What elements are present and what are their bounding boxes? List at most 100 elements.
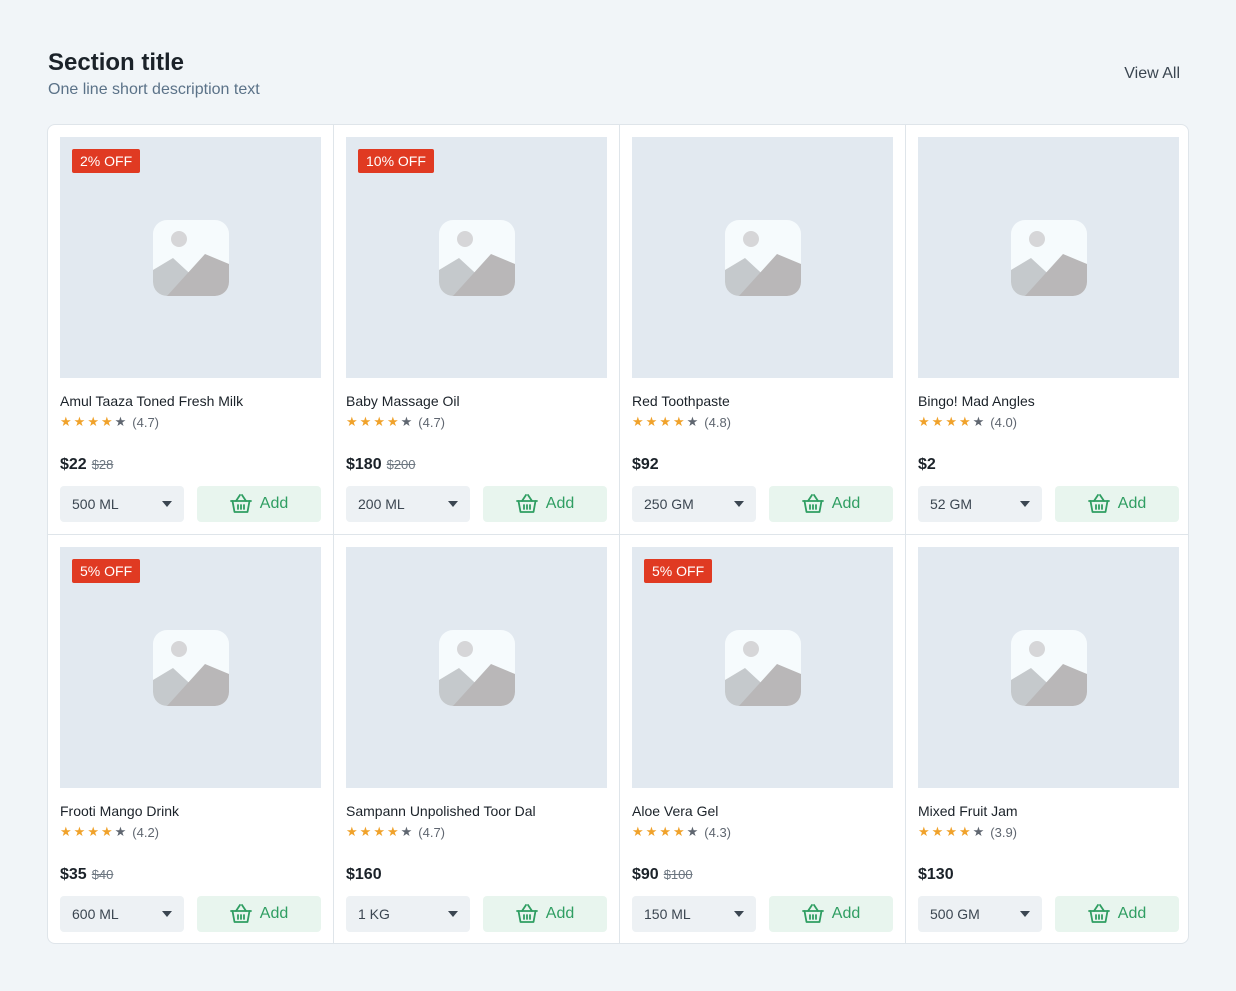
rating-stars: ★ ★ ★ ★ ★ <box>632 413 700 431</box>
price-row: $180 $200 <box>346 456 607 474</box>
product-card[interactable]: 5% OFF Aloe Vera Gel ★ ★ ★ ★ ★ (4.3) $90 $10… <box>620 535 906 943</box>
product-mrp: $100 <box>663 867 693 882</box>
rating-stars: ★ ★ ★ ★ ★ <box>60 413 128 431</box>
product-card[interactable]: 5% OFF Frooti Mango Drink ★ ★ ★ ★ ★ (4.2) $3… <box>48 535 334 943</box>
product-image[interactable]: 5% OFF <box>632 547 893 788</box>
chevron-down-icon <box>448 501 458 507</box>
add-label: Add <box>1117 495 1147 512</box>
product-name[interactable]: Sampann Unpolished Toor Dal <box>346 802 607 820</box>
product-image[interactable]: 10% OFF <box>346 137 607 378</box>
chevron-down-icon <box>162 911 172 917</box>
variant-dropdown[interactable]: 200 ML <box>346 486 470 522</box>
card-actions: 200 ML Add <box>346 486 607 522</box>
view-all-link[interactable]: View All <box>1124 65 1180 83</box>
variant-dropdown[interactable]: 250 GM <box>632 486 756 522</box>
add-to-cart-button[interactable]: Add <box>483 896 607 932</box>
variant-label: 600 ML <box>72 906 119 922</box>
variant-dropdown[interactable]: 1 KG <box>346 896 470 932</box>
product-rating: ★ ★ ★ ★ ★ (3.9) <box>918 824 1179 840</box>
product-image[interactable] <box>918 137 1179 378</box>
card-actions: 150 ML Add <box>632 896 893 932</box>
basket-icon <box>801 904 824 923</box>
product-image[interactable] <box>346 547 607 788</box>
product-card[interactable]: 2% OFF Amul Taaza Toned Fresh Milk ★ ★ ★ ★ ★… <box>48 125 334 535</box>
variant-label: 500 GM <box>930 906 980 922</box>
product-price: $22 <box>60 456 87 473</box>
variant-dropdown[interactable]: 600 ML <box>60 896 184 932</box>
product-card[interactable]: Red Toothpaste ★ ★ ★ ★ ★ (4.8) $92 250 GM <box>620 125 906 535</box>
product-name[interactable]: Bingo! Mad Angles <box>918 392 1179 410</box>
add-to-cart-button[interactable]: Add <box>769 896 893 932</box>
product-name[interactable]: Red Toothpaste <box>632 392 893 410</box>
star-filled-icon: ★ <box>346 414 358 429</box>
product-name[interactable]: Aloe Vera Gel <box>632 802 893 820</box>
discount-badge: 5% OFF <box>644 559 713 583</box>
basket-icon <box>1087 494 1110 513</box>
variant-dropdown[interactable]: 500 GM <box>918 896 1042 932</box>
product-card[interactable]: Mixed Fruit Jam ★ ★ ★ ★ ★ (3.9) $130 500 GM <box>906 535 1188 943</box>
star-filled-icon: ★ <box>60 824 72 839</box>
product-image[interactable] <box>918 547 1179 788</box>
product-card[interactable]: Sampann Unpolished Toor Dal ★ ★ ★ ★ ★ (4.7) … <box>334 535 620 943</box>
section-title: Section title <box>48 49 185 76</box>
star-filled-icon: ★ <box>931 824 944 839</box>
product-price: $130 <box>918 866 954 883</box>
product-card[interactable]: Bingo! Mad Angles ★ ★ ★ ★ ★ (4.0) $2 52 GM <box>906 125 1188 535</box>
star-filled-icon: ★ <box>945 824 957 839</box>
product-card[interactable]: 10% OFF Baby Massage Oil ★ ★ ★ ★ ★ (4.7) $18… <box>334 125 620 535</box>
product-name[interactable]: Frooti Mango Drink <box>60 802 321 820</box>
basket-icon <box>801 494 824 513</box>
star-filled-icon: ★ <box>359 414 372 429</box>
product-name[interactable]: Amul Taaza Toned Fresh Milk <box>60 392 321 410</box>
star-filled-icon: ★ <box>73 414 86 429</box>
add-to-cart-button[interactable]: Add <box>1055 896 1179 932</box>
card-actions: 500 ML Add <box>60 486 321 522</box>
rating-value: (4.7) <box>132 414 160 430</box>
product-name[interactable]: Mixed Fruit Jam <box>918 802 1179 820</box>
product-price: $92 <box>632 456 659 473</box>
product-image[interactable]: 5% OFF <box>60 547 321 788</box>
variant-dropdown[interactable]: 52 GM <box>918 486 1042 522</box>
product-name[interactable]: Baby Massage Oil <box>346 392 607 410</box>
discount-badge: 2% OFF <box>72 149 141 173</box>
rating-stars: ★ ★ ★ ★ ★ <box>60 823 128 841</box>
price-row: $35 $40 <box>60 866 321 884</box>
add-label: Add <box>259 495 289 512</box>
card-actions: 250 GM Add <box>632 486 893 522</box>
add-to-cart-button[interactable]: Add <box>197 896 321 932</box>
price-row: $130 <box>918 866 1179 884</box>
add-label: Add <box>1117 905 1147 922</box>
star-filled-icon: ★ <box>100 824 113 839</box>
star-empty-icon: ★ <box>686 824 699 839</box>
add-to-cart-button[interactable]: Add <box>1055 486 1179 522</box>
product-price: $2 <box>918 456 936 473</box>
star-filled-icon: ★ <box>386 824 399 839</box>
star-filled-icon: ★ <box>958 824 971 839</box>
image-placeholder-icon <box>724 629 801 706</box>
product-rating: ★ ★ ★ ★ ★ (4.7) <box>346 414 607 430</box>
chevron-down-icon <box>1020 501 1030 507</box>
add-label: Add <box>545 905 575 922</box>
star-filled-icon: ★ <box>931 414 944 429</box>
product-price: $90 <box>632 866 659 883</box>
product-rating: ★ ★ ★ ★ ★ (4.7) <box>346 824 607 840</box>
price-row: $160 <box>346 866 607 884</box>
star-empty-icon: ★ <box>972 414 985 429</box>
star-filled-icon: ★ <box>359 824 372 839</box>
discount-badge: 10% OFF <box>358 149 434 173</box>
product-rating: ★ ★ ★ ★ ★ (4.2) <box>60 824 321 840</box>
rating-value: (4.2) <box>132 824 160 840</box>
image-placeholder-icon <box>152 219 229 296</box>
add-to-cart-button[interactable]: Add <box>197 486 321 522</box>
variant-dropdown[interactable]: 500 ML <box>60 486 184 522</box>
product-image[interactable] <box>632 137 893 378</box>
add-to-cart-button[interactable]: Add <box>483 486 607 522</box>
image-placeholder-icon <box>438 219 515 296</box>
variant-dropdown[interactable]: 150 ML <box>632 896 756 932</box>
add-to-cart-button[interactable]: Add <box>769 486 893 522</box>
card-actions: 500 GM Add <box>918 896 1179 932</box>
star-filled-icon: ★ <box>945 414 957 429</box>
star-filled-icon: ★ <box>918 824 930 839</box>
product-image[interactable]: 2% OFF <box>60 137 321 378</box>
star-empty-icon: ★ <box>114 824 127 839</box>
